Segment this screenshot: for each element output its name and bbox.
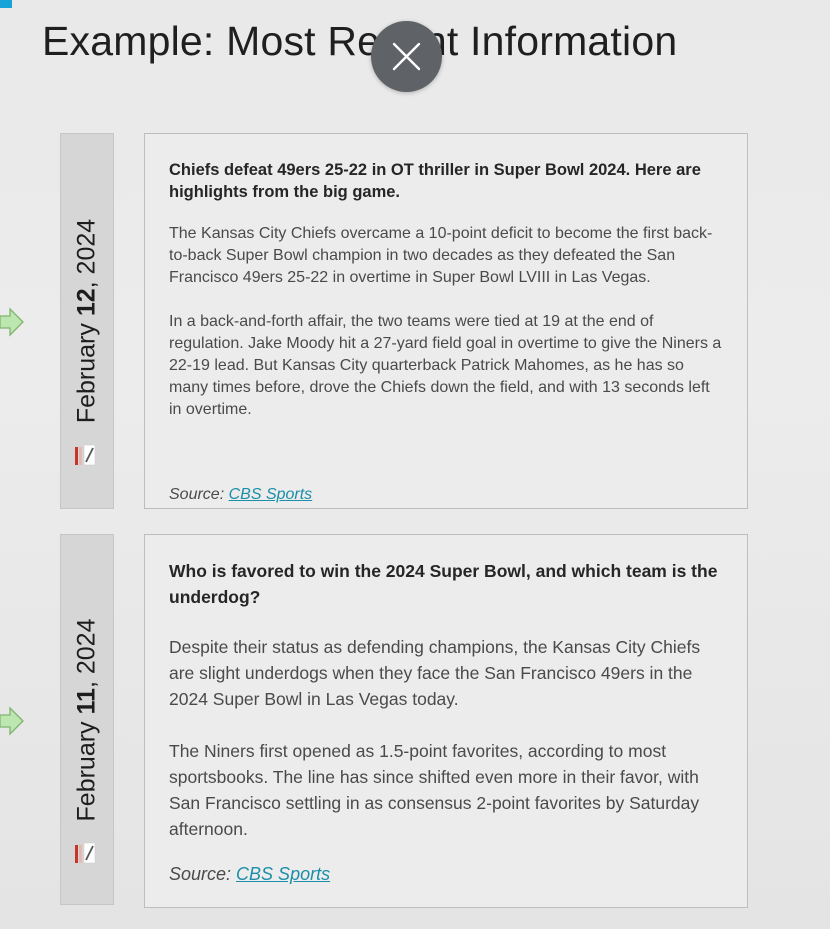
date-month: February xyxy=(72,323,101,424)
source-label: Source: xyxy=(169,864,237,884)
corner-accent xyxy=(0,0,12,8)
date-month: February xyxy=(72,720,101,821)
source-line: Source: CBS Sports xyxy=(169,864,330,885)
date-year: , 2024 xyxy=(72,618,101,688)
date-year: , 2024 xyxy=(72,218,101,289)
source-label: Source: xyxy=(169,486,229,503)
source-link[interactable]: CBS Sports xyxy=(229,486,313,503)
card-paragraph: The Kansas City Chiefs overcame a 10-poi… xyxy=(169,225,713,286)
calendar-icon xyxy=(75,444,96,466)
date-column: February 11, 2024 xyxy=(60,534,114,905)
news-card: Who is favored to win the 2024 Super Bow… xyxy=(144,534,748,908)
date-column: February 12, 2024 xyxy=(60,133,114,509)
slide-title: Example: Most Recent Information xyxy=(42,18,678,64)
calendar-icon xyxy=(75,842,96,864)
card-paragraph: In a back-and-forth affair, the two team… xyxy=(169,313,722,418)
card-headline: Who is favored to win the 2024 Super Bow… xyxy=(169,561,718,607)
date-label: February 11, 2024 xyxy=(73,618,102,821)
news-card: Chiefs defeat 49ers 25-22 in OT thriller… xyxy=(144,133,748,509)
source-link[interactable]: CBS Sports xyxy=(236,864,330,884)
date-day: 12 xyxy=(72,288,101,317)
card-paragraph: Despite their status as defending champi… xyxy=(169,637,701,709)
date-day: 11 xyxy=(72,687,101,714)
arrow-right-icon xyxy=(0,307,24,337)
arrow-right-icon xyxy=(0,706,24,736)
date-label: February 12, 2024 xyxy=(73,219,102,423)
close-icon xyxy=(392,42,421,71)
close-button[interactable] xyxy=(371,21,442,92)
card-headline: Chiefs defeat 49ers 25-22 in OT thriller… xyxy=(169,161,701,201)
source-line: Source: CBS Sports xyxy=(169,486,312,504)
card-paragraph: The Niners first opened as 1.5-point fav… xyxy=(169,741,700,839)
